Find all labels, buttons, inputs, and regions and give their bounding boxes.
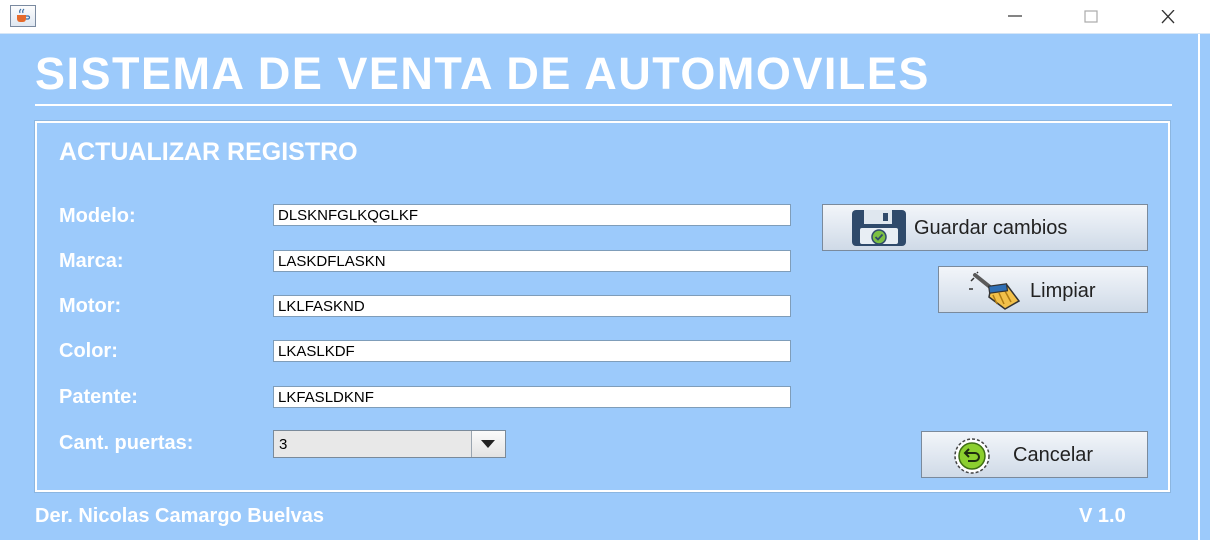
clear-button-label: Limpiar	[1030, 280, 1096, 302]
close-icon[interactable]	[1148, 2, 1188, 30]
java-cup-icon[interactable]	[10, 5, 36, 27]
marca-input[interactable]	[273, 250, 791, 272]
author-credit: Der. Nicolas Camargo Buelvas	[35, 505, 325, 527]
motor-label: Motor:	[59, 295, 122, 317]
modelo-label: Modelo:	[59, 205, 136, 227]
save-changes-button[interactable]: Guardar cambios	[822, 204, 1148, 251]
motor-input[interactable]	[273, 295, 791, 317]
marca-label: Marca:	[59, 250, 124, 272]
cancel-button[interactable]: Cancelar	[921, 431, 1148, 478]
minimize-icon[interactable]	[995, 2, 1035, 30]
window-titlebar	[0, 0, 1210, 34]
floppy-disk-icon	[851, 209, 907, 253]
modelo-input[interactable]	[273, 204, 791, 226]
undo-circle-icon	[953, 437, 991, 481]
color-label: Color:	[59, 340, 118, 362]
title-divider	[35, 104, 1172, 106]
app-title: SISTEMA DE VENTA DE AUTOMOVILES	[35, 48, 930, 99]
puertas-label: Cant. puertas:	[59, 432, 194, 454]
puertas-select[interactable]: 3	[273, 430, 506, 458]
chevron-down-icon[interactable]	[471, 431, 505, 457]
version-label: V 1.0	[1079, 505, 1126, 527]
maximize-icon[interactable]	[1071, 2, 1111, 30]
color-input[interactable]	[273, 340, 791, 362]
broom-icon	[967, 271, 1023, 317]
clear-button[interactable]: Limpiar	[938, 266, 1148, 313]
section-title: ACTUALIZAR REGISTRO	[59, 138, 358, 166]
patente-input[interactable]	[273, 386, 791, 408]
save-button-label: Guardar cambios	[914, 217, 1068, 239]
puertas-selected-value: 3	[279, 436, 288, 453]
cancel-button-label: Cancelar	[1013, 444, 1094, 466]
patente-label: Patente:	[59, 386, 138, 408]
